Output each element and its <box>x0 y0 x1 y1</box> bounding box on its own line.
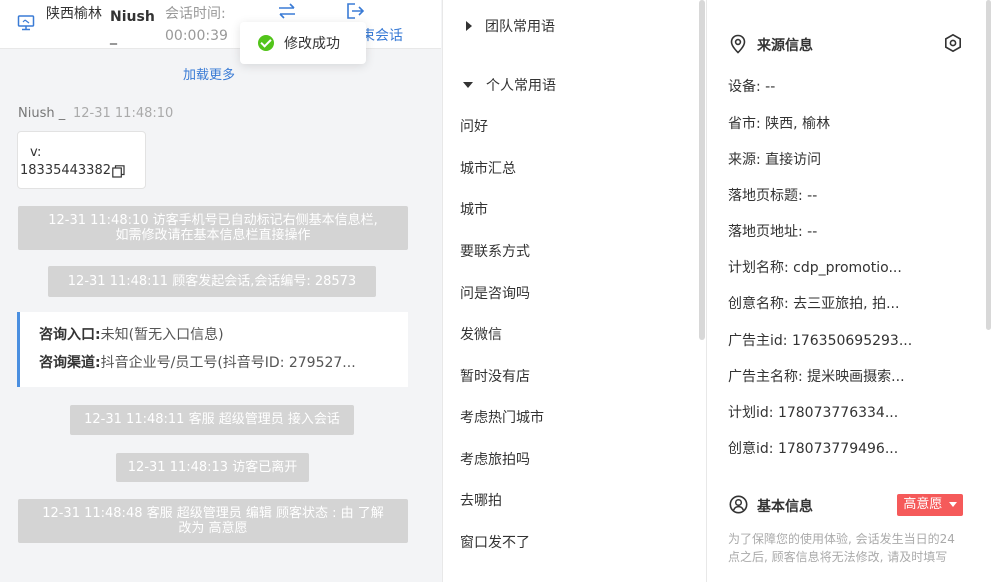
basic-info-title: 基本信息 <box>757 499 813 515</box>
source-info-title: 来源信息 <box>757 38 813 54</box>
status-badge-label: 高意愿 <box>903 497 943 512</box>
consult-info-card: 咨询入口:未知(暂无入口信息) 咨询渠道:抖音企业号/员工号(抖音号ID: 27… <box>17 312 408 387</box>
hexagon-settings-icon[interactable] <box>943 33 963 53</box>
phrase-item[interactable]: 去哪拍 <box>460 490 502 510</box>
system-message-status-edited: 12-31 11:48:48 客服 超级管理员 编辑 顾客状态 : 由 了解 改… <box>18 499 408 543</box>
personal-phrases-group[interactable]: 个人常用语 <box>463 75 556 95</box>
system-message-line: 如需修改请在基本信息栏直接操作 <box>115 228 311 243</box>
entry-value: 未知(暂无入口信息) <box>100 327 224 343</box>
phrase-item[interactable]: 窗口发不了 <box>460 532 530 552</box>
system-message-line: 12-31 11:48:10 访客手机号已自动标记右侧基本信息栏, <box>48 213 378 228</box>
load-more-link[interactable]: 加载更多 <box>183 64 235 83</box>
visitor-location: 陕西榆林 <box>46 6 102 22</box>
message-bubble: v: 18335443382 <box>17 131 146 189</box>
system-message-line: 12-31 11:48:48 客服 超级管理员 编辑 顾客状态 : 由 了解 <box>42 506 384 521</box>
visitor-name: Niush <box>110 9 155 25</box>
phrase-item[interactable]: 考虑热门城市 <box>460 407 544 427</box>
phrase-item[interactable]: 城市 <box>460 199 488 219</box>
system-message-line: 改为 高意愿 <box>178 521 248 536</box>
quick-replies-scrollbar[interactable] <box>699 0 705 340</box>
phrase-item[interactable]: 问是咨询吗 <box>460 283 530 303</box>
message-line-1: v: <box>30 145 42 160</box>
field-plan-id: 计划id: 178073776334... <box>728 405 899 421</box>
session-time-value: 00:00:39 <box>165 28 228 44</box>
field-device: 设备: -- <box>728 79 776 95</box>
customer-status-badge[interactable]: 高意愿 <box>897 494 963 516</box>
system-message-agent-joined: 12-31 11:48:11 客服 超级管理员 接入会话 <box>70 405 354 435</box>
caret-down-icon <box>463 82 473 88</box>
field-creative-id: 创意id: 178073779496... <box>728 441 899 457</box>
message-sender: Niush _ <box>18 106 66 121</box>
team-phrases-group[interactable]: 团队常用语 <box>466 16 555 36</box>
field-creative-name: 创意名称: 去三亚旅拍, 拍... <box>728 296 900 312</box>
info-panel-scrollbar[interactable] <box>986 0 991 330</box>
field-province: 省市: 陕西, 榆林 <box>728 116 831 132</box>
session-time-label: 会话时间: <box>165 6 226 22</box>
field-advertiser-id: 广告主id: 176350695293... <box>728 333 913 349</box>
channel-value: 抖音企业号/员工号(抖音号ID: 279527... <box>100 355 356 371</box>
field-plan-name: 计划名称: cdp_promotio... <box>728 260 902 276</box>
check-circle-icon <box>258 35 274 51</box>
team-phrases-label: 团队常用语 <box>485 19 555 35</box>
phrase-item[interactable]: 要联系方式 <box>460 241 530 261</box>
phrase-item[interactable]: 问好 <box>460 116 488 136</box>
user-circle-icon <box>729 495 748 514</box>
field-source: 来源: 直接访问 <box>728 152 822 168</box>
personal-phrases-label: 个人常用语 <box>486 78 556 94</box>
chat-header: 陕西榆林 Niush _ 会话时间: 00:00:39 束会话 <box>0 0 441 49</box>
end-session-button[interactable]: 束会话 <box>361 25 403 45</box>
system-message-phone-marked: 12-31 11:48:10 访客手机号已自动标记右侧基本信息栏, 如需修改请在… <box>18 206 408 250</box>
system-message-visitor-left: 12-31 11:48:13 访客已离开 <box>116 453 309 482</box>
message-time: 12-31 11:48:10 <box>73 106 174 121</box>
phrase-item[interactable]: 城市汇总 <box>460 158 516 178</box>
phrase-item[interactable]: 考虑旅拍吗 <box>460 449 530 469</box>
caret-down-icon <box>948 502 957 507</box>
field-landing-title: 落地页标题: -- <box>728 188 818 204</box>
toast-text: 修改成功 <box>284 36 340 52</box>
location-pin-icon <box>730 34 746 54</box>
message-line-2: 18335443382 <box>20 163 111 178</box>
success-toast: 修改成功 <box>240 22 366 64</box>
swap-arrows-icon[interactable] <box>277 2 297 20</box>
phrase-item[interactable]: 暂时没有店 <box>460 366 530 386</box>
caret-right-icon <box>466 21 472 31</box>
channel-label: 咨询渠道: <box>39 355 101 371</box>
field-landing-url: 落地页地址: -- <box>728 224 818 240</box>
entry-label: 咨询入口: <box>39 327 101 343</box>
field-advertiser-name: 广告主名称: 提米映画摄索... <box>728 369 905 385</box>
visitor-name-suffix: _ <box>110 29 117 45</box>
basic-info-note: 为了保障您的使用体验, 会话发生当日的24点之后, 顾客信息将无法修改, 请及时… <box>728 532 955 564</box>
system-message-session-start: 12-31 11:48:11 顾客发起会话,会话编号: 28573 <box>48 266 376 297</box>
monitor-icon <box>17 15 35 31</box>
copy-icon[interactable] <box>112 164 125 178</box>
phrase-item[interactable]: 发微信 <box>460 324 502 344</box>
exit-icon[interactable] <box>345 2 365 20</box>
